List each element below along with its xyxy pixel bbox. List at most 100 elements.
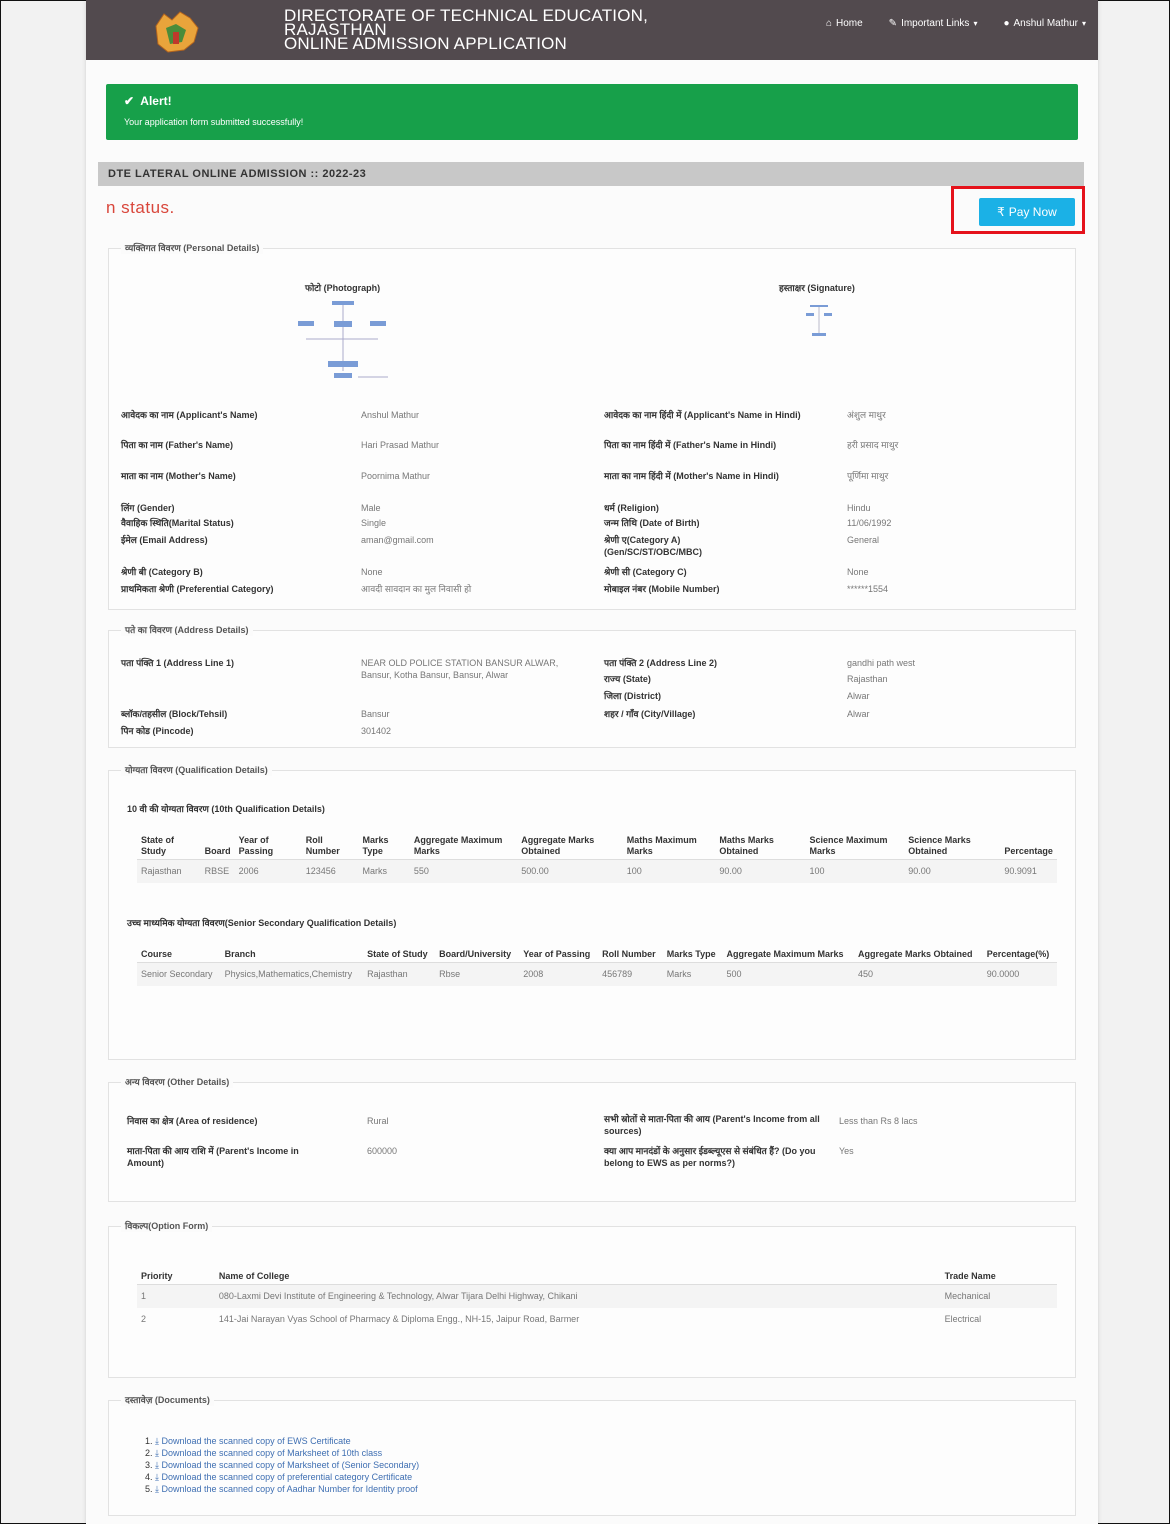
document-label: Download the scanned copy of preferentia… (161, 1472, 413, 1482)
column-header: Course (137, 947, 221, 963)
list-number: 3. (145, 1460, 156, 1470)
column-header: Marks Type (358, 833, 410, 860)
table-row: 1 080-Laxmi Devi Institute of Engineering… (137, 1284, 1057, 1308)
table-cell: 2008 (519, 962, 599, 986)
option-form-section: विकल्प(Option Form) Priority Name of Coll… (108, 1219, 1076, 1378)
address-details-section: पते का विवरण (Address Details) पता पंक्त… (108, 623, 1076, 748)
documents-list: 1. ⤓ Download the scanned copy of EWS Ce… (145, 1435, 419, 1495)
table-cell: 1 (137, 1284, 215, 1308)
column-header: Branch (220, 947, 364, 963)
page: DIRECTORATE OF TECHNICAL EDUCATION, RAJA… (86, 0, 1098, 1524)
table-cell: 500 (722, 962, 854, 986)
site-title[interactable]: DIRECTORATE OF TECHNICAL EDUCATION, RAJA… (284, 7, 648, 52)
personal-details-section: व्यक्तिगत विवरण (Personal Details) फोटो … (108, 241, 1076, 610)
senior-table: Course Branch State of Study Board/Universi… (137, 947, 1057, 986)
documents-section: दस्तावेज़ (Documents) 1. ⤓ Download the … (108, 1393, 1076, 1516)
list-number: 2. (145, 1448, 156, 1458)
document-download-link[interactable]: 5. ⤓ Download the scanned copy of Aadhar… (145, 1483, 419, 1495)
table-cell: 2 (141, 1314, 147, 1324)
table-cell: Marks (358, 859, 410, 883)
signature-image (806, 305, 832, 336)
column-header: Year of Passing (519, 947, 599, 963)
column-header: Year of Passing (234, 833, 302, 860)
rajasthan-logo-icon (155, 11, 199, 53)
list-number: 5. (145, 1484, 156, 1494)
tenth-table: State of Study Board Year of Passing Roll N… (137, 833, 1057, 883)
document-label: Download the scanned copy of EWS Certifi… (161, 1436, 351, 1446)
column-header: State of Study (363, 947, 436, 963)
table-cell: 456789 (598, 962, 663, 986)
table-cell: Physics,Mathematics,Chemistry (220, 962, 364, 986)
column-header: Science Marks Obtained (904, 833, 1001, 860)
column-header: Priority (137, 1269, 215, 1285)
alert-message: Your application form submitted successf… (124, 117, 304, 127)
table-cell: 500.00 (517, 859, 623, 883)
list-number: 1. (145, 1436, 156, 1446)
section-title: DTE LATERAL ONLINE ADMISSION :: 2022-23 (98, 162, 1084, 186)
other-details-section: अन्य विवरण (Other Details) निवास का क्षे… (108, 1075, 1076, 1202)
home-icon: ⌂ (825, 18, 832, 29)
document-label: Download the scanned copy of Marksheet o… (161, 1460, 420, 1470)
table-cell: 450 (853, 962, 983, 986)
status-text: n status. (106, 198, 175, 217)
column-header: Maths Maximum Marks (622, 833, 716, 860)
table-row: 2 141-Jai Narayan Vyas School of Pharmacy… (137, 1308, 1057, 1331)
table-cell: 90.9091 (1000, 859, 1057, 883)
chevron-down-icon: ▾ (1081, 19, 1086, 28)
table-cell: Rajasthan (363, 962, 436, 986)
document-download-link[interactable]: 2. ⤓ Download the scanned copy of Marksh… (145, 1447, 419, 1459)
document-download-link[interactable]: 4. ⤓ Download the scanned copy of prefer… (145, 1471, 419, 1483)
table-cell: 100 (805, 859, 905, 883)
column-header: Percentage (1000, 833, 1057, 860)
table-cell: Rbse (435, 962, 520, 986)
table-cell: 141-Jai Narayan Vyas School of Pharmacy … (218, 1314, 580, 1324)
column-header: Aggregate Marks Obtained (853, 947, 983, 963)
column-header: Science Maximum Marks (805, 833, 905, 860)
table-cell: 550 (409, 859, 518, 883)
table-cell: 90.0000 (982, 962, 1057, 986)
column-header: Marks Type (662, 947, 723, 963)
column-header: Trade Name (940, 1269, 1057, 1285)
nav-home[interactable]: ⌂ Home (826, 18, 863, 29)
column-header: Roll Number (301, 833, 359, 860)
top-nav: ⌂ Home ✎ Important Links ▾ ● Anshul Math… (826, 18, 1086, 29)
table-cell: 2006 (234, 859, 302, 883)
applicant-name: Anshul Mathur (361, 410, 420, 420)
document-download-link[interactable]: 1. ⤓ Download the scanned copy of EWS Ce… (145, 1435, 419, 1447)
table-cell: 123456 (301, 859, 359, 883)
table-cell: Mechanical (940, 1284, 1057, 1308)
table-cell: Marks (662, 962, 723, 986)
photograph-image (298, 301, 388, 378)
list-number: 4. (145, 1472, 156, 1482)
column-header: Maths Marks Obtained (715, 833, 806, 860)
nav-important-links[interactable]: ✎ Important Links ▾ (889, 18, 978, 29)
column-header: Aggregate Maximum Marks (722, 947, 854, 963)
column-header: State of Study (137, 833, 201, 860)
document-download-link[interactable]: 3. ⤓ Download the scanned copy of Marksh… (145, 1459, 419, 1471)
column-header: Name of College (214, 1269, 941, 1285)
column-header: Aggregate Maximum Marks (409, 833, 518, 860)
check-icon: ✔ (124, 94, 135, 108)
table-cell: Electrical (944, 1314, 982, 1324)
user-icon: ● (1003, 18, 1010, 29)
column-header: Board (200, 833, 235, 860)
success-alert: ✔ Alert! Your application form submitted… (106, 84, 1078, 140)
document-label: Download the scanned copy of Marksheet o… (161, 1448, 383, 1458)
highlight-box (951, 186, 1085, 234)
column-header: Aggregate Marks Obtained (517, 833, 623, 860)
table-cell: Senior Secondary (137, 962, 221, 986)
table-cell: 90.00 (904, 859, 1001, 883)
table-cell: 90.00 (715, 859, 806, 883)
top-header: DIRECTORATE OF TECHNICAL EDUCATION, RAJA… (86, 0, 1098, 60)
options-table: Priority Name of College Trade Name 1 080-L… (137, 1269, 1057, 1331)
table-cell: RBSE (200, 859, 235, 883)
nav-user-menu[interactable]: ● Anshul Mathur ▾ (1003, 18, 1086, 29)
table-cell: 100 (622, 859, 716, 883)
table-cell: 080-Laxmi Devi Institute of Engineering … (214, 1284, 941, 1308)
column-header: Percentage(%) (982, 947, 1057, 963)
chevron-down-icon: ▾ (973, 19, 978, 28)
link-icon: ✎ (888, 18, 898, 29)
table-cell: Rajasthan (137, 859, 201, 883)
table-row: Rajasthan RBSE 2006 123456 Marks 550 500.00 100… (137, 859, 1057, 883)
document-label: Download the scanned copy of Aadhar Numb… (161, 1484, 418, 1494)
